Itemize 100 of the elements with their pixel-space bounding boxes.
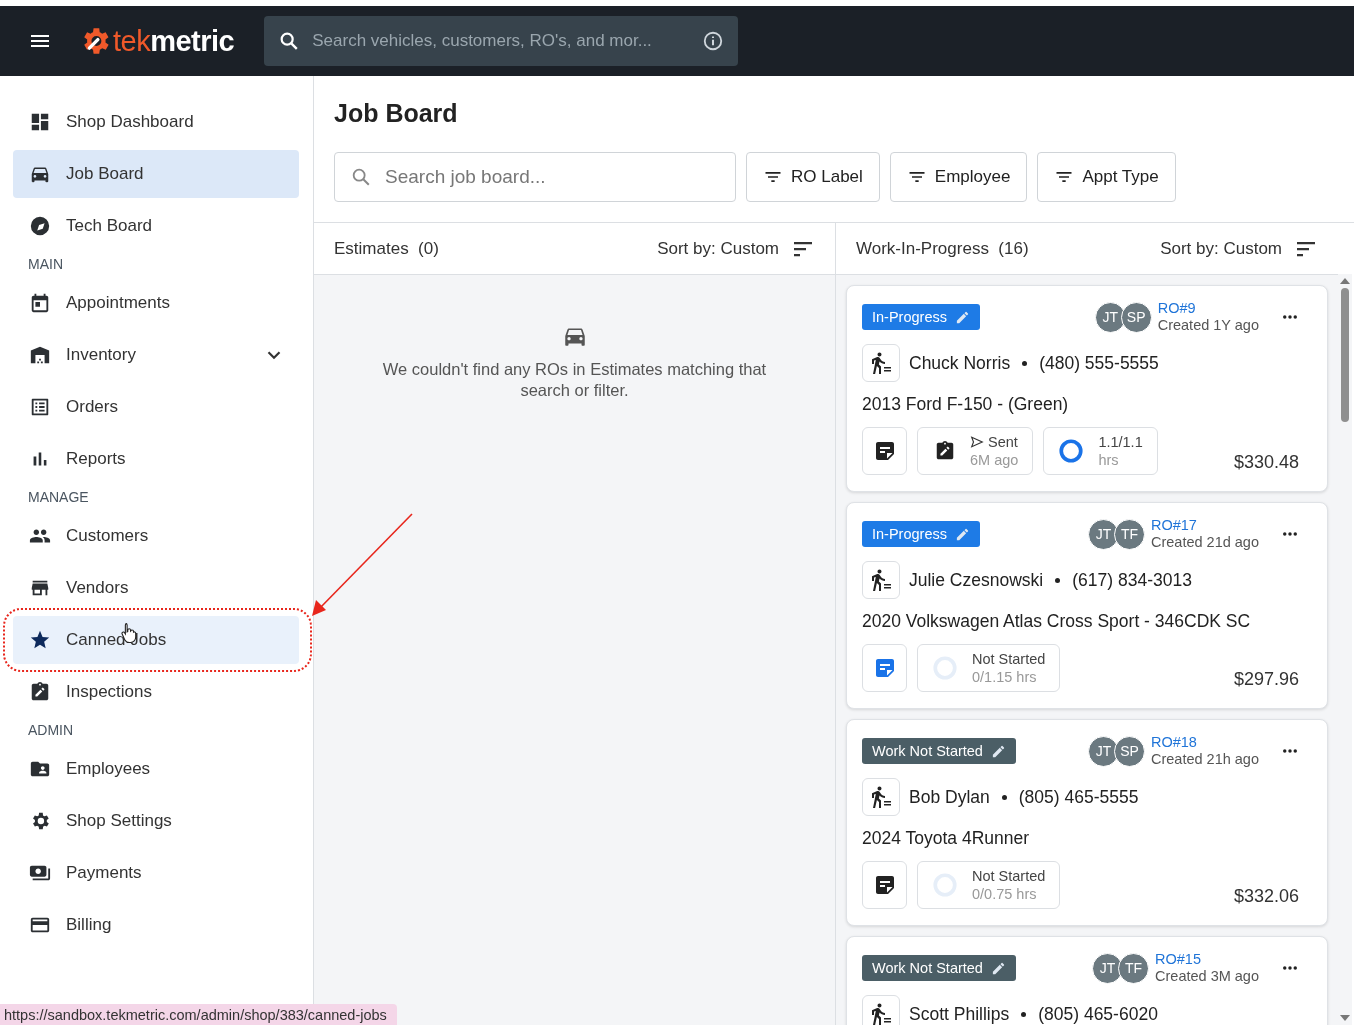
notes-button[interactable] bbox=[862, 427, 907, 475]
sidebar-item[interactable]: Billing bbox=[13, 901, 299, 949]
star-icon bbox=[29, 629, 51, 651]
section-header: ADMIN bbox=[27, 721, 75, 740]
send-icon bbox=[970, 435, 984, 449]
warehouse-icon bbox=[29, 344, 51, 366]
status-badge[interactable]: Work Not Started bbox=[862, 738, 1016, 764]
scrollbar[interactable] bbox=[1338, 274, 1352, 1025]
labor-unit: hrs bbox=[1098, 451, 1120, 469]
bullet-icon bbox=[1021, 1011, 1027, 1017]
status-url: https://sandbox.tekmetric.com/admin/shop/383/canned-jobs bbox=[0, 1004, 397, 1025]
created-time: Created 21d ago bbox=[1150, 534, 1259, 551]
dashboard-icon bbox=[29, 111, 51, 133]
sidebar-item[interactable]: Orders bbox=[13, 383, 299, 431]
labor-hours: 1.1/1.1 bbox=[1098, 433, 1143, 451]
labor-unit: 0/0.75 hrs bbox=[972, 885, 1038, 903]
labor-hours: Not Started bbox=[972, 867, 1046, 885]
labor-chip[interactable]: Not Started 0/1.15 hrs bbox=[917, 644, 1061, 692]
list-icon bbox=[29, 396, 51, 418]
bullet-icon bbox=[1055, 577, 1061, 583]
column-title: Estimates (0) bbox=[334, 238, 439, 259]
empty-message: We couldn't find any ROs in Estimates matching that search or filter. bbox=[381, 359, 768, 402]
inspection-chip[interactable]: Sent 6M ago bbox=[917, 427, 1034, 475]
ro-total: $297.96 bbox=[1233, 669, 1299, 690]
column-title: Work-In-Progress (16) bbox=[856, 238, 1029, 259]
sort-button[interactable]: Sort by: Custom bbox=[657, 236, 815, 261]
labor-chip[interactable]: 1.1/1.1 hrs bbox=[1043, 427, 1158, 475]
sidebar-item[interactable]: Inspections bbox=[13, 668, 299, 716]
ro-link[interactable]: RO#15 bbox=[1155, 951, 1259, 968]
ro-link[interactable]: RO#18 bbox=[1150, 734, 1259, 751]
avatar: SP bbox=[1120, 301, 1152, 333]
sidebar-item[interactable]: Reports bbox=[13, 435, 299, 483]
walking-person-icon bbox=[862, 561, 900, 599]
compass-icon bbox=[29, 215, 51, 237]
status-badge[interactable]: In-Progress bbox=[862, 304, 980, 330]
sidebar-item[interactable]: Appointments bbox=[13, 279, 299, 327]
avatar: TF bbox=[1113, 518, 1145, 550]
ro-total: $332.06 bbox=[1233, 886, 1299, 907]
clipboard-icon bbox=[29, 681, 51, 703]
customer-name[interactable]: Julie Czesnowski bbox=[909, 569, 1044, 591]
sidebar-item[interactable]: Customers bbox=[13, 512, 299, 560]
vehicle-name: 2013 Ford F-150 - (Green) bbox=[862, 394, 1070, 415]
calendar-icon bbox=[29, 292, 51, 314]
customer-name[interactable]: Chuck Norris bbox=[909, 352, 1011, 374]
created-time: Created 21h ago bbox=[1150, 751, 1259, 768]
global-search-field[interactable]: Search vehicles, customers, RO's, and mor... bbox=[264, 16, 739, 66]
avatar: SP bbox=[1113, 735, 1145, 767]
labor-chip[interactable]: Not Started 0/0.75 hrs bbox=[917, 861, 1061, 909]
created-time: Created 1Y ago bbox=[1157, 317, 1259, 334]
logo-text: tekmetric bbox=[113, 24, 235, 58]
inspection-status: Sent bbox=[970, 433, 1019, 451]
pencil-icon bbox=[954, 526, 970, 542]
inspection-time: 6M ago bbox=[970, 451, 1019, 469]
sidebar-item[interactable]: Employees bbox=[13, 745, 299, 793]
labor-hours: Not Started bbox=[972, 650, 1046, 668]
pencil-icon bbox=[954, 309, 970, 325]
walking-person-icon bbox=[862, 778, 900, 816]
sidebar-item[interactable]: Inventory bbox=[13, 331, 299, 379]
phone-number: (805) 465-5555 bbox=[1018, 786, 1139, 808]
section-header: MANAGE bbox=[27, 488, 90, 507]
sidebar-item[interactable]: Tech Board bbox=[13, 202, 299, 250]
page-title: Job Board bbox=[334, 99, 459, 128]
bullet-icon bbox=[1022, 360, 1028, 366]
sidebar-item[interactable]: Payments bbox=[13, 849, 299, 897]
ro-link[interactable]: RO#9 bbox=[1157, 300, 1259, 317]
more-icon[interactable] bbox=[1281, 964, 1299, 972]
sidebar-item[interactable]: Shop Dashboard bbox=[13, 98, 299, 146]
notes-button[interactable] bbox=[862, 861, 907, 909]
vehicle-name: 2024 Toyota 4Runner bbox=[862, 828, 1031, 849]
sidebar-item[interactable]: Vendors bbox=[13, 564, 299, 612]
filter-button[interactable]: Appt Type bbox=[1037, 152, 1176, 202]
more-icon[interactable] bbox=[1281, 530, 1299, 538]
sidebar-item[interactable]: Canned Jobs bbox=[13, 616, 299, 664]
search-field[interactable]: Search job board... bbox=[334, 152, 736, 202]
walking-person-icon bbox=[862, 344, 900, 382]
sort-button[interactable]: Sort by: Custom bbox=[1160, 236, 1318, 261]
vehicle-name: 2020 Volkswagen Atlas Cross Sport - 346CDK SC bbox=[862, 611, 1252, 632]
bullet-icon bbox=[1001, 794, 1007, 800]
phone-number: (617) 834-3013 bbox=[1072, 569, 1192, 591]
more-icon[interactable] bbox=[1281, 747, 1299, 755]
more-icon[interactable] bbox=[1281, 313, 1299, 321]
filter-button[interactable]: RO Label bbox=[746, 152, 880, 202]
status-badge[interactable]: Work Not Started bbox=[862, 955, 1016, 981]
pencil-icon bbox=[990, 743, 1006, 759]
status-badge[interactable]: In-Progress bbox=[862, 521, 980, 547]
section-header: MAIN bbox=[27, 255, 64, 274]
phone-number: (805) 465-6020 bbox=[1038, 1003, 1158, 1025]
ro-total: $330.48 bbox=[1233, 452, 1299, 473]
ro-link[interactable]: RO#17 bbox=[1150, 517, 1259, 534]
avatar: TF bbox=[1118, 952, 1149, 984]
customer-name[interactable]: Scott Phillips bbox=[909, 1003, 1010, 1025]
sidebar-item[interactable]: Job Board bbox=[13, 150, 299, 198]
clipboard-icon bbox=[934, 440, 956, 462]
labor-unit: 0/1.15 hrs bbox=[972, 668, 1038, 686]
walking-person-icon bbox=[862, 995, 900, 1025]
sidebar-item[interactable]: Shop Settings bbox=[13, 797, 299, 845]
filter-button[interactable]: Employee bbox=[889, 152, 1028, 202]
info-icon[interactable] bbox=[702, 30, 725, 52]
pencil-icon bbox=[990, 960, 1006, 976]
customer-name[interactable]: Bob Dylan bbox=[909, 786, 990, 808]
